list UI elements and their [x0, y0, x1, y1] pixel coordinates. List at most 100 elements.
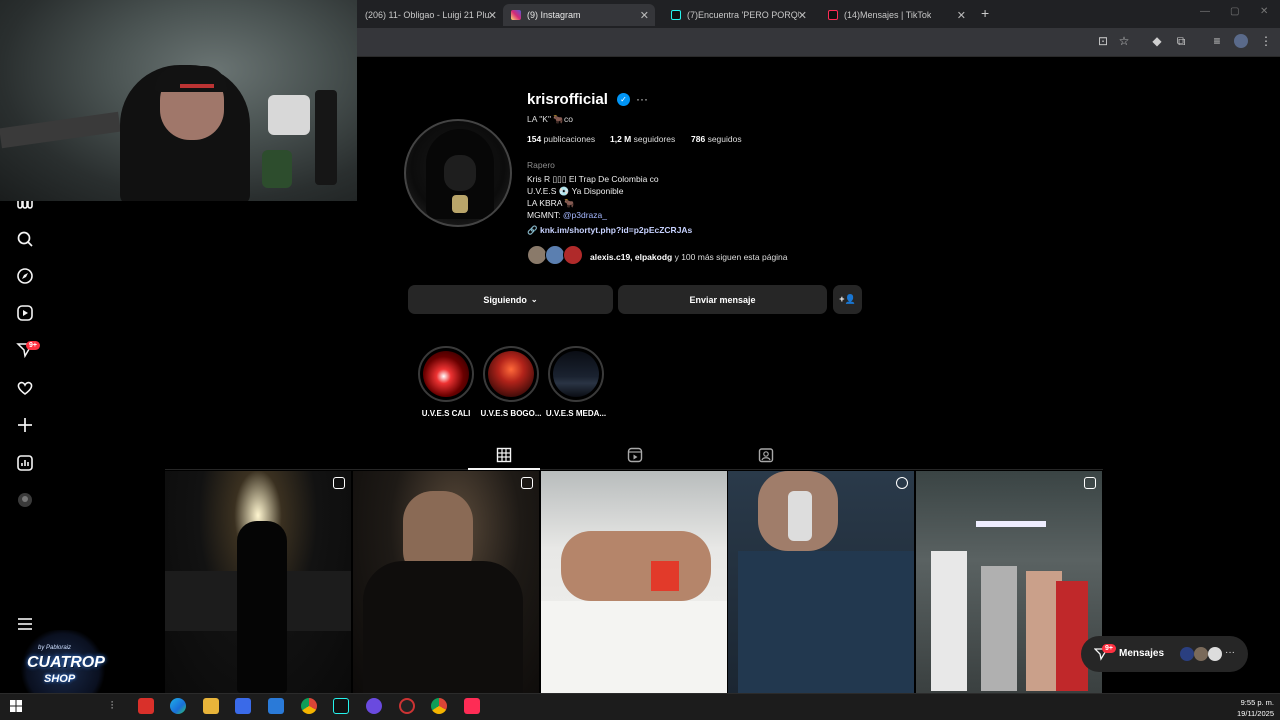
tab-title: (14)Mensajes | TikTok — [844, 10, 932, 20]
post-thumbnail[interactable] — [728, 471, 914, 693]
minimize-icon[interactable]: — — [1200, 6, 1210, 17]
reels-tab-icon[interactable] — [627, 447, 643, 463]
browser-tab-youtube[interactable]: (206) 11- Obligao - Luigi 21 Plu ✕ — [357, 4, 503, 26]
post-sheets — [541, 601, 727, 693]
messages-floating-badge: 9+ — [1102, 644, 1116, 653]
file-explorer-icon[interactable] — [203, 698, 219, 714]
post-thumbnail[interactable] — [541, 471, 727, 693]
browser-tab-tiktok-search[interactable]: (7)Encuentra 'PERO PORQUE T ✕ — [663, 4, 813, 26]
following-button-label: Siguiendo — [483, 294, 527, 305]
microsoft-store-icon[interactable] — [235, 698, 251, 714]
send-message-label: Enviar mensaje — [689, 294, 756, 305]
following-count: 786 — [691, 134, 706, 144]
app-icon-red[interactable] — [138, 698, 154, 714]
highlight-cali[interactable] — [418, 346, 474, 402]
follower-avatar[interactable] — [527, 245, 547, 265]
suggest-people-button[interactable]: +👤 — [833, 285, 862, 314]
tab-close-icon[interactable]: ✕ — [640, 9, 649, 22]
followers-stat[interactable]: 1,2 M seguidores — [610, 134, 675, 144]
profile-avatar-nav-icon[interactable] — [16, 491, 34, 509]
search-icon[interactable] — [16, 230, 34, 248]
extension-diamond-icon[interactable]: ◆ — [1150, 34, 1164, 48]
threads-icon[interactable] — [16, 195, 34, 213]
carousel-icon — [1084, 477, 1096, 489]
explore-compass-icon[interactable] — [16, 267, 34, 285]
post-person — [981, 566, 1017, 691]
dashboard-chart-icon[interactable] — [16, 454, 34, 472]
instagram-icon — [511, 10, 521, 20]
highlight-medellin[interactable] — [548, 346, 604, 402]
followers-label: seguidores — [633, 134, 676, 144]
post-light — [976, 521, 1046, 527]
tab-close-icon[interactable]: ✕ — [957, 9, 966, 22]
posts-stat: 154 publicaciones — [527, 134, 595, 144]
tiktok-live-icon[interactable] — [464, 698, 480, 714]
profile-options-icon[interactable]: ··· — [636, 92, 648, 106]
extensions-puzzle-icon[interactable]: ⧉ — [1174, 34, 1188, 48]
followed-by-rest: y 100 más siguen esta página — [672, 252, 788, 262]
reels-icon[interactable] — [16, 304, 34, 322]
post-thumbnail[interactable] — [353, 471, 539, 693]
chrome-profile-icon[interactable] — [431, 698, 447, 714]
browser-tab-tiktok-messages[interactable]: (14)Mensajes | TikTok ✕ — [820, 4, 972, 26]
new-tab-button[interactable]: + — [981, 5, 989, 21]
bookmark-star-icon[interactable]: ☆ — [1117, 34, 1131, 48]
tiktok-icon[interactable] — [333, 698, 349, 714]
window-close-icon[interactable]: ✕ — [1260, 6, 1268, 17]
profile-avatar-icon[interactable] — [1234, 34, 1248, 48]
shop-logo-tagline: by Pabloraiz — [38, 645, 72, 651]
verified-badge-icon: ✓ — [617, 93, 630, 106]
webcam-microphone — [262, 150, 292, 188]
webcam-cap-logo — [180, 84, 214, 88]
carousel-icon — [521, 477, 533, 489]
tab-close-icon[interactable]: ✕ — [488, 9, 497, 22]
maximize-icon[interactable]: ▢ — [1230, 6, 1239, 17]
tagged-tab-icon[interactable] — [758, 447, 774, 463]
windows-start-icon[interactable] — [8, 698, 24, 714]
post-detail — [651, 561, 679, 591]
browser-menu-icon[interactable]: ⋮ — [1259, 34, 1273, 48]
follower-avatar[interactable] — [563, 245, 583, 265]
profile-avatar[interactable] — [404, 119, 512, 227]
highlight-cover — [553, 351, 599, 397]
profile-username: krisrofficial — [527, 91, 608, 108]
carousel-icon — [333, 477, 345, 489]
shop-logo-name: CUATROP — [27, 654, 105, 671]
following-button[interactable]: Siguiendo ⌄ — [408, 285, 613, 314]
post-thumbnail[interactable] — [916, 471, 1102, 693]
media-queue-icon[interactable]: ≡ — [1210, 34, 1224, 48]
post-phone — [788, 491, 812, 541]
posts-grid-tab-icon[interactable] — [496, 447, 512, 463]
link-icon: 🔗 — [527, 225, 538, 235]
highlight-bogota[interactable] — [483, 346, 539, 402]
messages-more-icon[interactable]: ··· — [1225, 647, 1235, 658]
bio-mention-link[interactable]: @p3draza_ — [563, 210, 607, 220]
install-app-icon[interactable]: ⊡ — [1096, 34, 1110, 48]
webcam-shelf — [0, 111, 121, 149]
discord-icon[interactable] — [366, 698, 382, 714]
reel-icon — [896, 477, 908, 489]
more-menu-icon[interactable] — [16, 615, 34, 633]
chrome-icon[interactable] — [301, 698, 317, 714]
send-message-button[interactable]: Enviar mensaje — [618, 285, 827, 314]
browser-tab-instagram[interactable]: (9) Instagram ✕ — [503, 4, 655, 26]
follower-avatar[interactable] — [545, 245, 565, 265]
create-plus-icon[interactable] — [16, 416, 34, 434]
highlight-cover — [488, 351, 534, 397]
mail-icon[interactable] — [268, 698, 284, 714]
webcam-overlay — [0, 0, 357, 201]
clock-time: 9:55 p. m. — [1240, 698, 1274, 707]
task-view-icon[interactable]: ⫶ — [104, 698, 120, 714]
taskbar-clock[interactable]: 9:55 p. m. 19/11/2025 — [1230, 697, 1274, 719]
following-stat[interactable]: 786 seguidos — [691, 134, 742, 144]
post-jacket — [738, 551, 914, 693]
post-thumbnail[interactable] — [165, 471, 351, 693]
obs-icon[interactable] — [399, 698, 415, 714]
followed-by-text[interactable]: alexis.c19, elpakodg y 100 más siguen es… — [590, 252, 788, 262]
bio-external-link[interactable]: 🔗 knk.im/shortyt.php?id=p2pEcZCRJAs — [527, 225, 692, 236]
tab-close-icon[interactable]: ✕ — [798, 9, 807, 22]
webcam-bag — [268, 95, 310, 135]
edge-browser-icon[interactable] — [170, 698, 186, 714]
tab-title: (7)Encuentra 'PERO PORQUE T — [687, 10, 799, 20]
notifications-heart-icon[interactable] — [16, 379, 34, 397]
